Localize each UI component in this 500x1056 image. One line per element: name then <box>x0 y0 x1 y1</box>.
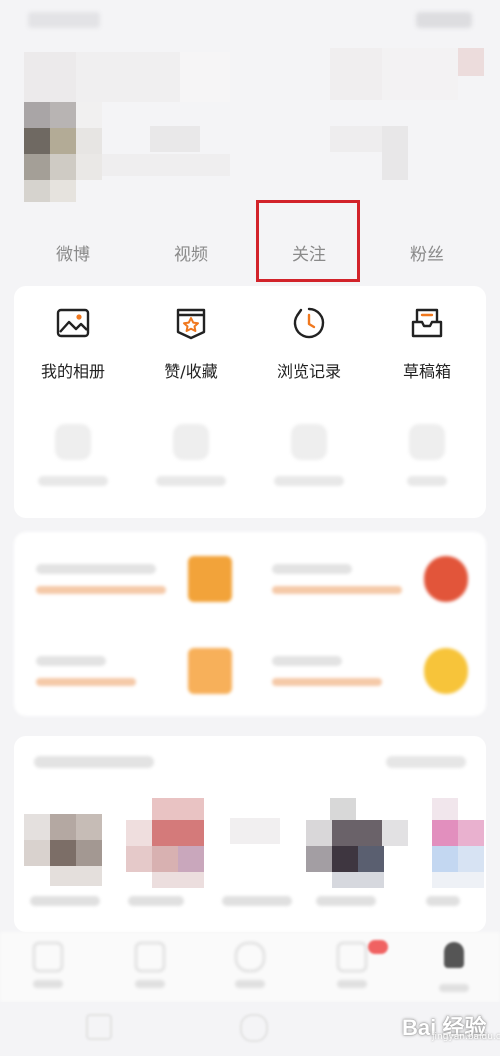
tool-drafts[interactable]: 草稿箱 <box>368 306 486 396</box>
blurred-tool[interactable] <box>132 424 250 494</box>
tool-browse-history[interactable]: 浏览记录 <box>250 306 368 396</box>
favorite-badge-icon <box>132 306 250 340</box>
tab-weibo[interactable]: 微博 <box>18 230 128 280</box>
more-link[interactable] <box>386 756 466 768</box>
tab-fans[interactable]: 粉丝 <box>372 230 482 280</box>
blurred-tool-icon <box>291 424 327 460</box>
home-icon <box>33 942 63 972</box>
video-icon <box>135 942 165 972</box>
nav-home[interactable] <box>18 942 78 998</box>
blurred-tool-icon <box>409 424 445 460</box>
recommended-user-names-blurred <box>0 892 500 912</box>
discover-icon <box>235 942 265 972</box>
bottom-tab-bar <box>0 932 500 1002</box>
history-clock-icon <box>250 306 368 340</box>
promo-item[interactable] <box>14 624 250 716</box>
message-badge <box>368 940 388 954</box>
nav-discover[interactable] <box>220 942 280 998</box>
nav-video[interactable] <box>120 942 180 998</box>
status-bar <box>0 0 500 44</box>
profile-icon <box>444 942 464 968</box>
promo-card-blurred <box>14 532 486 716</box>
tools-card: 我的相册 赞/收藏 浏览记录 草稿箱 <box>14 286 486 518</box>
blurred-tool[interactable] <box>14 424 132 494</box>
tool-label: 浏览记录 <box>276 362 341 381</box>
photo-album-icon <box>14 306 132 340</box>
blurred-tool-icon <box>55 424 91 460</box>
promo-image <box>424 648 468 694</box>
blurred-tool-icon <box>173 424 209 460</box>
blurred-tool[interactable] <box>368 424 486 494</box>
promo-image <box>188 556 232 602</box>
promo-item[interactable] <box>14 532 250 624</box>
tool-label: 草稿箱 <box>402 362 451 381</box>
profile-header-pixelated <box>0 40 500 210</box>
tool-likes-favorites[interactable]: 赞/收藏 <box>132 306 250 396</box>
recommended-users-pixelated <box>0 798 500 888</box>
home-circle-icon[interactable] <box>240 1014 268 1042</box>
watermark-subtext: jingyan.baidu.com <box>432 1032 500 1042</box>
recents-icon[interactable] <box>86 1014 112 1040</box>
tab-video[interactable]: 视频 <box>136 230 246 280</box>
promo-image <box>188 648 232 694</box>
blurred-tool[interactable] <box>250 424 368 494</box>
message-icon <box>337 942 367 972</box>
profile-tabs: 微博 视频 关注 粉丝 <box>0 230 500 280</box>
promo-item[interactable] <box>250 624 486 716</box>
status-time <box>28 12 100 28</box>
promo-image <box>424 556 468 602</box>
status-icons <box>416 12 472 28</box>
promo-item[interactable] <box>250 532 486 624</box>
baidu-jingyan-watermark: Bai 经验 jingyan.baidu.com <box>392 1000 500 1050</box>
tool-label: 赞/收藏 <box>164 362 218 381</box>
drafts-tray-icon <box>368 306 486 340</box>
tool-my-album[interactable]: 我的相册 <box>14 306 132 396</box>
following-tab-highlight-box <box>256 200 360 282</box>
tool-label: 我的相册 <box>40 362 105 381</box>
